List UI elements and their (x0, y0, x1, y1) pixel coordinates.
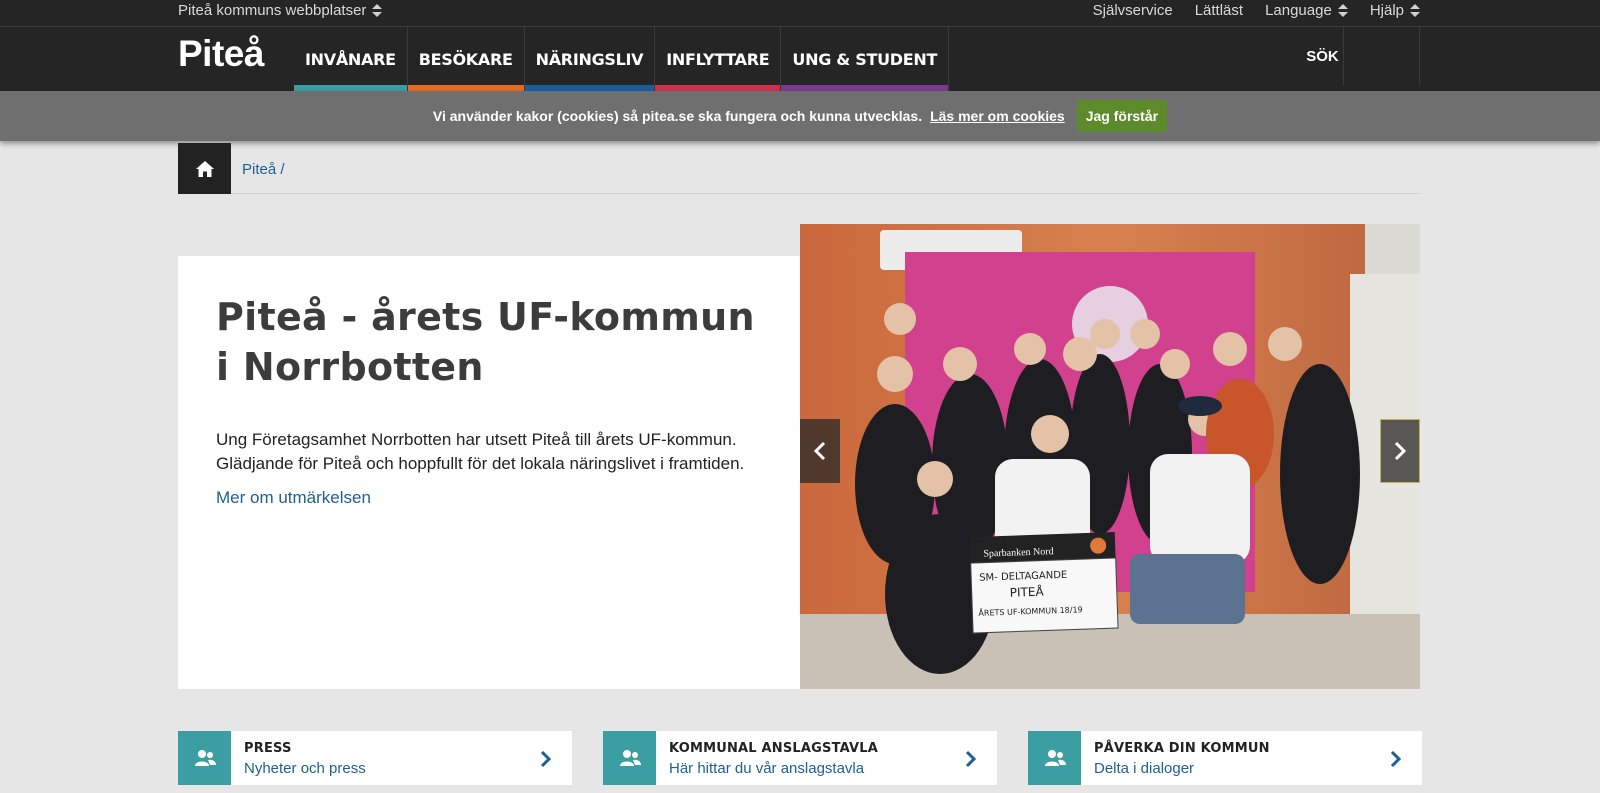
nav-item-invanare[interactable]: INVÅNARE (294, 27, 408, 91)
sort-arrows-icon (1337, 3, 1348, 19)
home-button[interactable] (178, 143, 231, 194)
hero-card: Piteå - årets UF-kommun i Norrbotten Ung… (178, 256, 800, 689)
chevron-right-icon (1390, 750, 1402, 768)
quicklink-title: PÅVERKA DIN KOMMUN (1094, 741, 1270, 756)
site-logo[interactable]: Piteå (178, 33, 264, 75)
hero-text: Ung Företagsamhet Norrbotten har utsett … (216, 430, 745, 473)
self-service-link[interactable]: Självservice (1093, 2, 1173, 19)
chevron-right-icon (965, 750, 977, 768)
hero-title: Piteå - årets UF-kommun i Norrbotten (216, 295, 755, 389)
nav-item-besokare[interactable]: BESÖKARE (407, 27, 525, 91)
quicklink-paverka[interactable]: PÅVERKA DIN KOMMUN Delta i dialoger (1028, 731, 1422, 785)
cookie-text: Vi använder kakor (cookies) så pitea.se … (432, 108, 923, 124)
nav-item-inflyttare[interactable]: INFLYTTARE (655, 27, 782, 91)
quicklink-title: PRESS (244, 741, 292, 756)
nav-item-naringsliv[interactable]: NÄRINGSLIV (524, 27, 656, 91)
cookie-accept-button[interactable]: Jag förstår (1076, 100, 1168, 132)
users-icon (619, 750, 641, 766)
home-icon (195, 160, 214, 177)
nav-spacer (1345, 27, 1420, 85)
chevron-left-icon (813, 441, 826, 461)
cookie-banner: Vi använder kakor (cookies) så pitea.se … (0, 91, 1600, 141)
quicklink-subtitle: Nyheter och press (244, 760, 366, 777)
sort-arrows-icon (372, 3, 383, 19)
chevron-right-icon (1394, 441, 1407, 461)
hero-carousel: Sparbanken Nord SM- DELTAGANDE PITEÅ ÅRE… (800, 224, 1420, 689)
sort-arrows-icon (1410, 3, 1420, 19)
breadcrumb-item-pitea[interactable]: Piteå / (242, 161, 285, 178)
quicklink-press[interactable]: PRESS Nyheter och press (178, 731, 572, 785)
utility-bar: Piteå kommuns webbplatser Självservice L… (0, 0, 1600, 27)
sign-line-2: PITEÅ (1009, 584, 1044, 600)
easy-read-link[interactable]: Lättläst (1195, 2, 1243, 19)
hero-read-more-link[interactable]: Mer om utmärkelsen (216, 488, 371, 508)
users-icon (1044, 750, 1066, 766)
quicklink-icon-box (603, 731, 656, 785)
language-dropdown[interactable]: Language (1265, 2, 1348, 19)
nav-item-ung-student[interactable]: UNG & STUDENT (781, 27, 950, 91)
users-icon (194, 750, 216, 766)
carousel-next-button[interactable] (1380, 419, 1420, 483)
help-dropdown[interactable]: Hjälp (1370, 2, 1420, 19)
municipal-sites-label: Piteå kommuns webbplatser (178, 2, 367, 19)
quicklink-icon-box (178, 731, 231, 785)
hero-photo-illustration: Sparbanken Nord SM- DELTAGANDE PITEÅ ÅRE… (800, 224, 1420, 689)
municipal-sites-dropdown[interactable]: Piteå kommuns webbplatser (178, 2, 383, 19)
search-button[interactable]: SÖK (1302, 27, 1344, 85)
breadcrumb: Piteå / (178, 143, 1420, 194)
quicklink-title: KOMMUNAL ANSLAGSTAVLA (669, 741, 879, 756)
main-navigation: Piteå INVÅNARE BESÖKARE NÄRINGSLIV INFLY… (0, 27, 1600, 91)
quicklink-icon-box (1028, 731, 1081, 785)
quicklink-subtitle: Här hittar du vår anslagstavla (669, 760, 865, 777)
carousel-prev-button[interactable] (800, 419, 840, 483)
quicklink-subtitle: Delta i dialoger (1094, 760, 1195, 777)
chevron-right-icon (540, 750, 552, 768)
cookie-info-link[interactable]: Läs mer om cookies (930, 108, 1065, 124)
quicklink-anslagstavla[interactable]: KOMMUNAL ANSLAGSTAVLA Här hittar du vår … (603, 731, 997, 785)
